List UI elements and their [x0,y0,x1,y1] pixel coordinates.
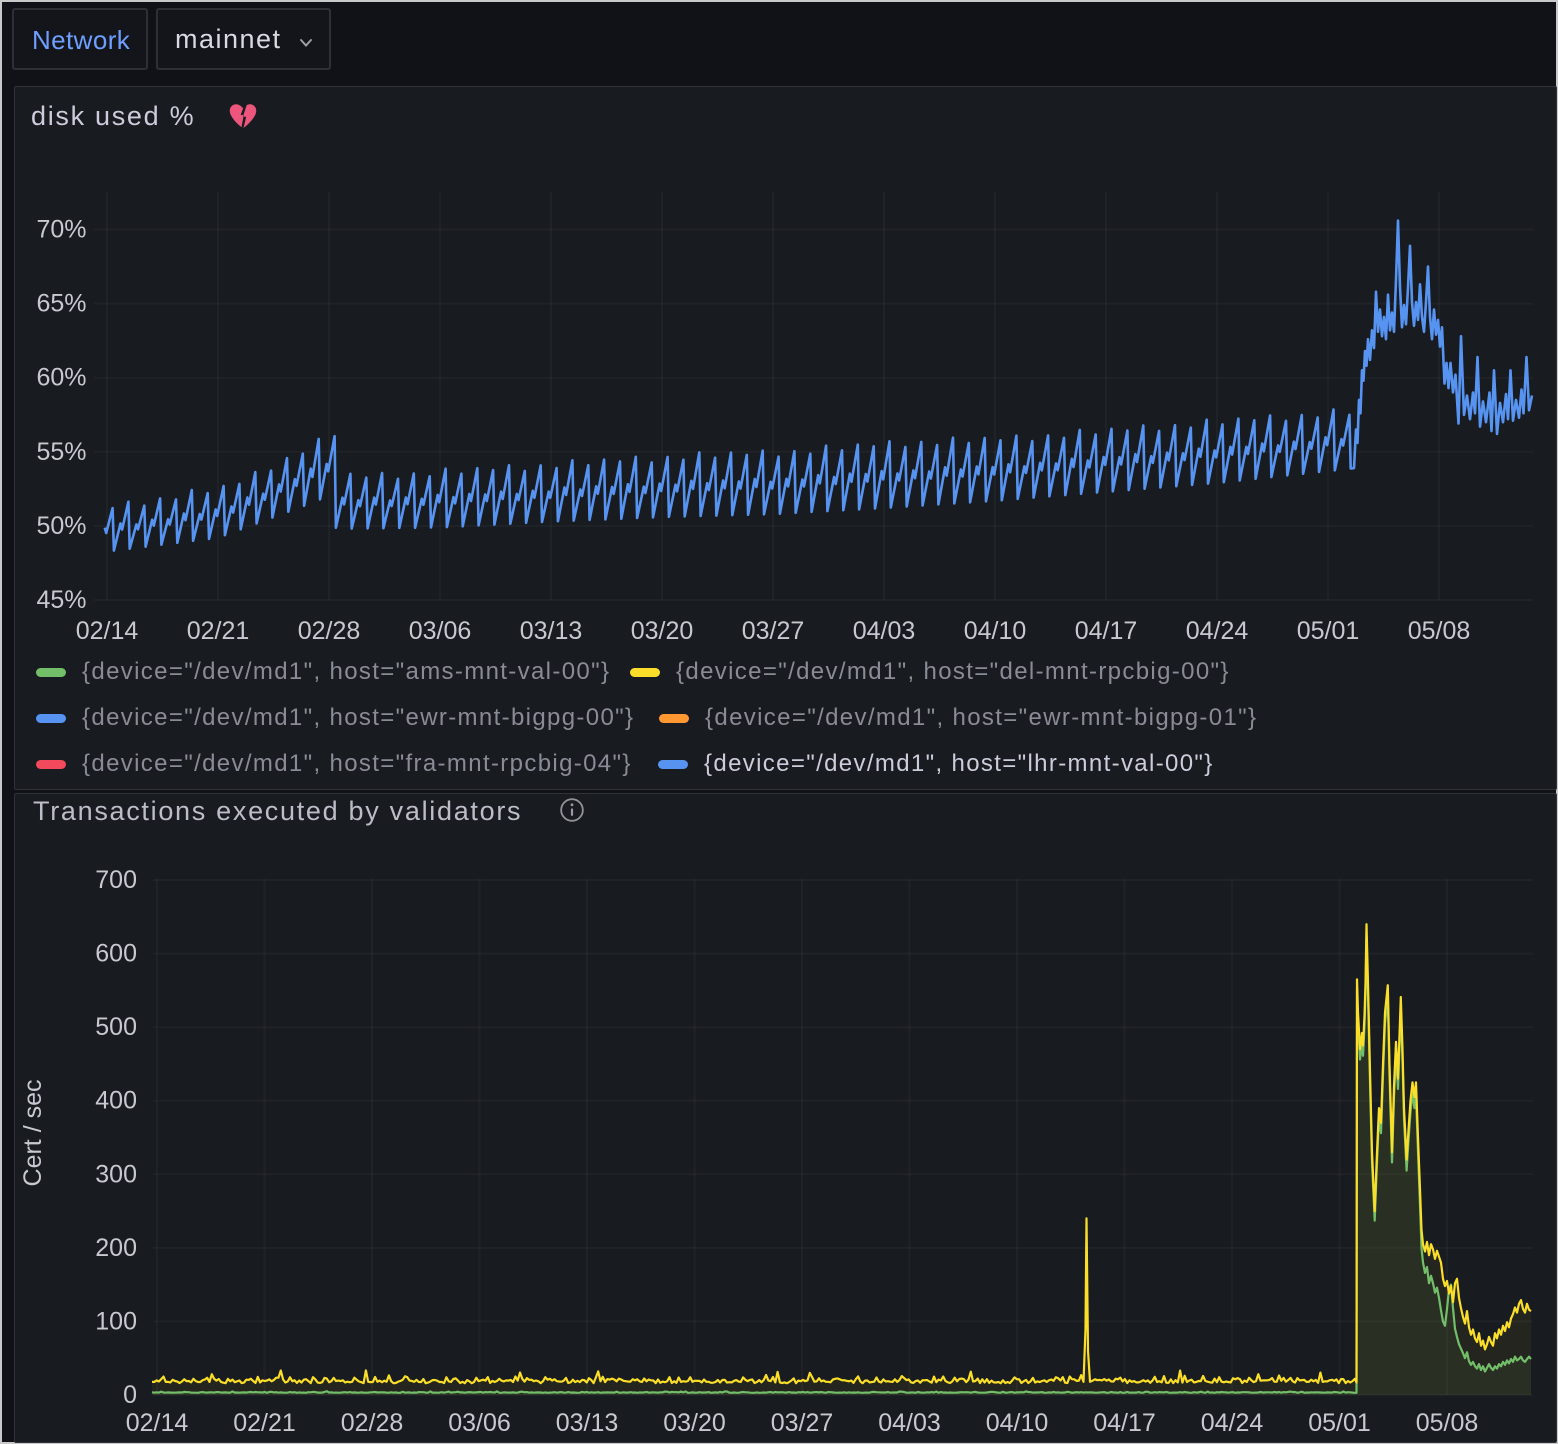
svg-text:05/01: 05/01 [1297,617,1360,645]
svg-text:300: 300 [95,1160,137,1188]
svg-text:03/20: 03/20 [631,617,694,645]
svg-text:50%: 50% [36,512,86,540]
svg-text:60%: 60% [36,364,86,392]
svg-text:04/17: 04/17 [1075,617,1138,645]
svg-text:02/21: 02/21 [233,1409,296,1437]
svg-text:45%: 45% [36,586,86,614]
svg-text:04/17: 04/17 [1093,1409,1156,1437]
svg-text:03/06: 03/06 [448,1409,511,1437]
svg-text:03/27: 03/27 [742,617,805,645]
svg-text:65%: 65% [36,290,86,318]
svg-text:700: 700 [95,866,137,894]
svg-text:03/06: 03/06 [409,617,472,645]
svg-text:02/14: 02/14 [126,1409,189,1437]
svg-text:400: 400 [95,1087,137,1115]
svg-text:02/14: 02/14 [76,617,139,645]
svg-text:03/13: 03/13 [520,617,583,645]
svg-text:05/01: 05/01 [1308,1409,1371,1437]
svg-text:04/03: 04/03 [853,617,916,645]
svg-text:500: 500 [95,1013,137,1041]
svg-text:04/10: 04/10 [986,1409,1049,1437]
svg-text:02/28: 02/28 [341,1409,404,1437]
svg-text:Cert / sec: Cert / sec [19,1080,47,1187]
svg-text:02/28: 02/28 [298,617,361,645]
svg-text:100: 100 [95,1307,137,1335]
svg-text:55%: 55% [36,438,86,466]
svg-text:05/08: 05/08 [1408,617,1471,645]
svg-text:70%: 70% [36,216,86,244]
svg-text:03/20: 03/20 [663,1409,726,1437]
svg-text:04/10: 04/10 [964,617,1027,645]
svg-text:05/08: 05/08 [1416,1409,1479,1437]
svg-text:600: 600 [95,940,137,968]
svg-text:200: 200 [95,1234,137,1262]
svg-text:03/13: 03/13 [556,1409,619,1437]
svg-text:04/03: 04/03 [878,1409,941,1437]
svg-text:03/27: 03/27 [771,1409,834,1437]
svg-text:0: 0 [123,1381,137,1409]
svg-text:04/24: 04/24 [1201,1409,1264,1437]
svg-text:04/24: 04/24 [1186,617,1249,645]
svg-text:02/21: 02/21 [187,617,250,645]
